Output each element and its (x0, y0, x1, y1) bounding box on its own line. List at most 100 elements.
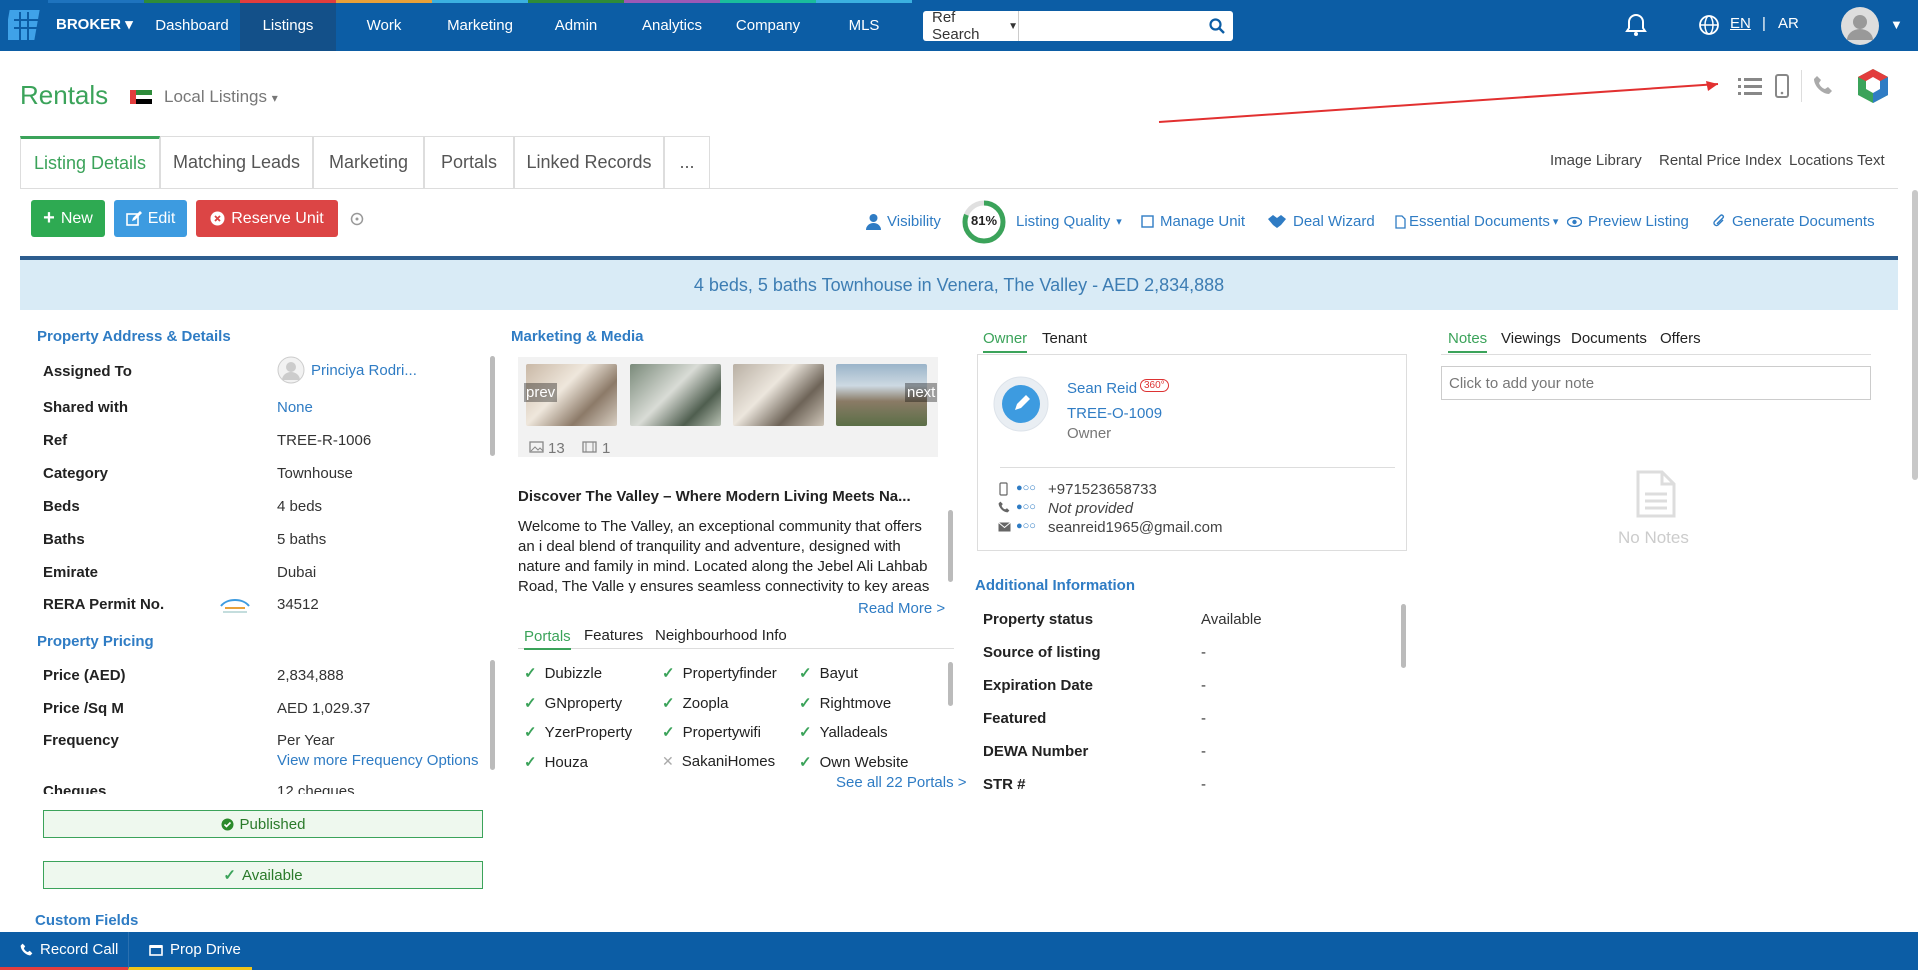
available-status[interactable]: ✓ Available (43, 861, 483, 889)
nav-item-mls[interactable]: MLS (816, 0, 912, 51)
gallery-prev-button[interactable]: prev (524, 383, 558, 402)
portal-item[interactable]: ✓ YzerProperty (524, 723, 632, 742)
owner-email[interactable]: seanreid1965@gmail.com (1048, 519, 1223, 536)
additional-scrollbar[interactable] (1401, 604, 1406, 668)
nav-item-listings[interactable]: Listings (240, 0, 336, 51)
ref-search-select[interactable]: Ref Search ▼ (923, 9, 1019, 43)
deal-wizard-link[interactable]: Deal Wizard (1267, 213, 1375, 230)
generate-documents-link[interactable]: Generate Documents (1712, 213, 1875, 230)
owner-avatar[interactable] (993, 376, 1049, 432)
tab-portals[interactable]: Portals (424, 136, 514, 188)
masked-dots: ●○○ (1016, 501, 1036, 513)
tab-listing-details[interactable]: Listing Details (20, 136, 160, 188)
nav-item-analytics[interactable]: Analytics (624, 0, 720, 51)
lang-ar-link[interactable]: AR (1778, 15, 1799, 32)
app-logo-icon[interactable] (8, 8, 42, 42)
portal-item[interactable]: ✓ Yalladeals (799, 723, 888, 742)
rental-price-index-link[interactable]: Rental Price Index (1659, 152, 1782, 169)
tab-offers[interactable]: Offers (1660, 330, 1701, 347)
note-input[interactable]: Click to add your note (1441, 366, 1871, 400)
phone-icon[interactable] (1813, 75, 1833, 95)
gallery-photo[interactable] (630, 364, 721, 426)
preview-listing-link[interactable]: Preview Listing (1567, 213, 1689, 230)
portal-item[interactable]: ✓ Bayut (799, 664, 858, 683)
portal-item[interactable]: ✓ Houza (524, 753, 588, 772)
mobile-view-icon[interactable] (1775, 74, 1789, 98)
portal-item[interactable]: ✓ Dubizzle (524, 664, 602, 683)
owner-name-link[interactable]: Sean Reid (1067, 380, 1137, 397)
tab-tenant[interactable]: Tenant (1042, 330, 1087, 347)
essential-documents-dropdown[interactable]: Essential Documents ▾ (1395, 213, 1558, 230)
phone-icon (998, 501, 1010, 513)
tab-viewings[interactable]: Viewings (1501, 330, 1561, 347)
additional-info-heading: Additional Information (975, 577, 1135, 594)
portal-item[interactable]: ✓ Own Website (799, 753, 909, 772)
gallery-photo[interactable] (733, 364, 824, 426)
check-icon: ✓ (662, 695, 675, 712)
see-all-portals-link[interactable]: See all 22 Portals > (836, 774, 967, 791)
tab-marketing[interactable]: Marketing (313, 136, 424, 188)
app-cube-icon[interactable] (1857, 68, 1889, 104)
360-badge[interactable]: 360° (1140, 379, 1169, 392)
history-icon[interactable] (350, 212, 364, 226)
brand-menu[interactable]: BROKER ▾ (56, 15, 133, 33)
gallery-next-button[interactable]: next (905, 383, 938, 402)
list-view-icon[interactable] (1738, 76, 1762, 96)
portal-item[interactable]: ✓ Propertyfinder (662, 664, 777, 683)
owner-ref-link[interactable]: TREE-O-1009 (1067, 405, 1162, 422)
portal-item[interactable]: ✕ SakaniHomes (662, 753, 775, 770)
subtab-features[interactable]: Features (584, 627, 643, 644)
locations-text-link[interactable]: Locations Text (1789, 152, 1885, 169)
prop-drive-button[interactable]: Prop Drive (128, 932, 252, 970)
visibility-link[interactable]: Visibility (866, 213, 941, 230)
owner-phone[interactable]: +971523658733 (1048, 481, 1157, 498)
nav-item-dashboard[interactable]: Dashboard (144, 0, 240, 51)
tab-matching-leads[interactable]: Matching Leads (160, 136, 313, 188)
no-notes-text: No Notes (1618, 528, 1689, 547)
nav-accent-strip (336, 0, 432, 3)
nav-item-work[interactable]: Work (336, 0, 432, 51)
nav-item-marketing[interactable]: Marketing (432, 0, 528, 51)
tab-more[interactable]: ... (664, 136, 710, 188)
chevron-down-icon: ▾ (1552, 216, 1559, 228)
shared-with-link[interactable]: None (277, 399, 313, 416)
search-input[interactable] (1019, 11, 1233, 41)
tab-linked-records[interactable]: Linked Records (514, 136, 664, 188)
read-more-link[interactable]: Read More > (858, 600, 945, 617)
description-scrollbar[interactable] (948, 510, 953, 582)
search-icon[interactable] (1209, 18, 1225, 34)
details-scrollbar[interactable] (490, 356, 495, 456)
listing-quality-dropdown[interactable]: Listing Quality ▾ (1016, 213, 1122, 230)
assigned-agent-link[interactable]: Princiya Rodri... (311, 362, 417, 379)
manage-unit-link[interactable]: Manage Unit (1141, 213, 1245, 230)
edit-button[interactable]: Edit (114, 200, 187, 237)
portal-item[interactable]: ✓ Propertywifi (662, 723, 761, 742)
bell-icon[interactable] (1625, 13, 1647, 37)
frequency-options-link[interactable]: View more Frequency Options (277, 752, 478, 769)
listing-scope-dropdown[interactable]: Local Listings ▾ (164, 87, 278, 107)
marketing-media-heading: Marketing & Media (511, 328, 644, 345)
portal-item[interactable]: ✓ Zoopla (662, 694, 728, 713)
cheques-row: Cheques 12 cheques (43, 780, 483, 794)
tab-notes[interactable]: Notes (1448, 330, 1488, 353)
portal-item[interactable]: ✓ Rightmove (799, 694, 891, 713)
portals-scrollbar[interactable] (948, 662, 953, 706)
page-scrollbar[interactable] (1912, 190, 1918, 480)
globe-icon[interactable] (1698, 14, 1720, 36)
portal-item[interactable]: ✓ GNproperty (524, 694, 622, 713)
reserve-unit-button[interactable]: Reserve Unit (196, 200, 338, 237)
nav-item-company[interactable]: Company (720, 0, 816, 51)
published-status[interactable]: Published (43, 810, 483, 838)
chevron-down-icon[interactable]: ▼ (1890, 17, 1903, 32)
pricing-scrollbar[interactable] (490, 660, 495, 770)
user-avatar[interactable] (1841, 7, 1879, 45)
new-button[interactable]: + New (31, 200, 105, 237)
record-call-button[interactable]: Record Call (0, 932, 128, 970)
subtab-neighbourhood[interactable]: Neighbourhood Info (655, 627, 787, 644)
lang-en-link[interactable]: EN (1730, 15, 1751, 32)
image-library-link[interactable]: Image Library (1550, 152, 1642, 169)
tab-documents[interactable]: Documents (1571, 330, 1647, 347)
tab-owner[interactable]: Owner (983, 330, 1028, 353)
nav-item-admin[interactable]: Admin (528, 0, 624, 51)
subtab-portals[interactable]: Portals (524, 628, 571, 650)
